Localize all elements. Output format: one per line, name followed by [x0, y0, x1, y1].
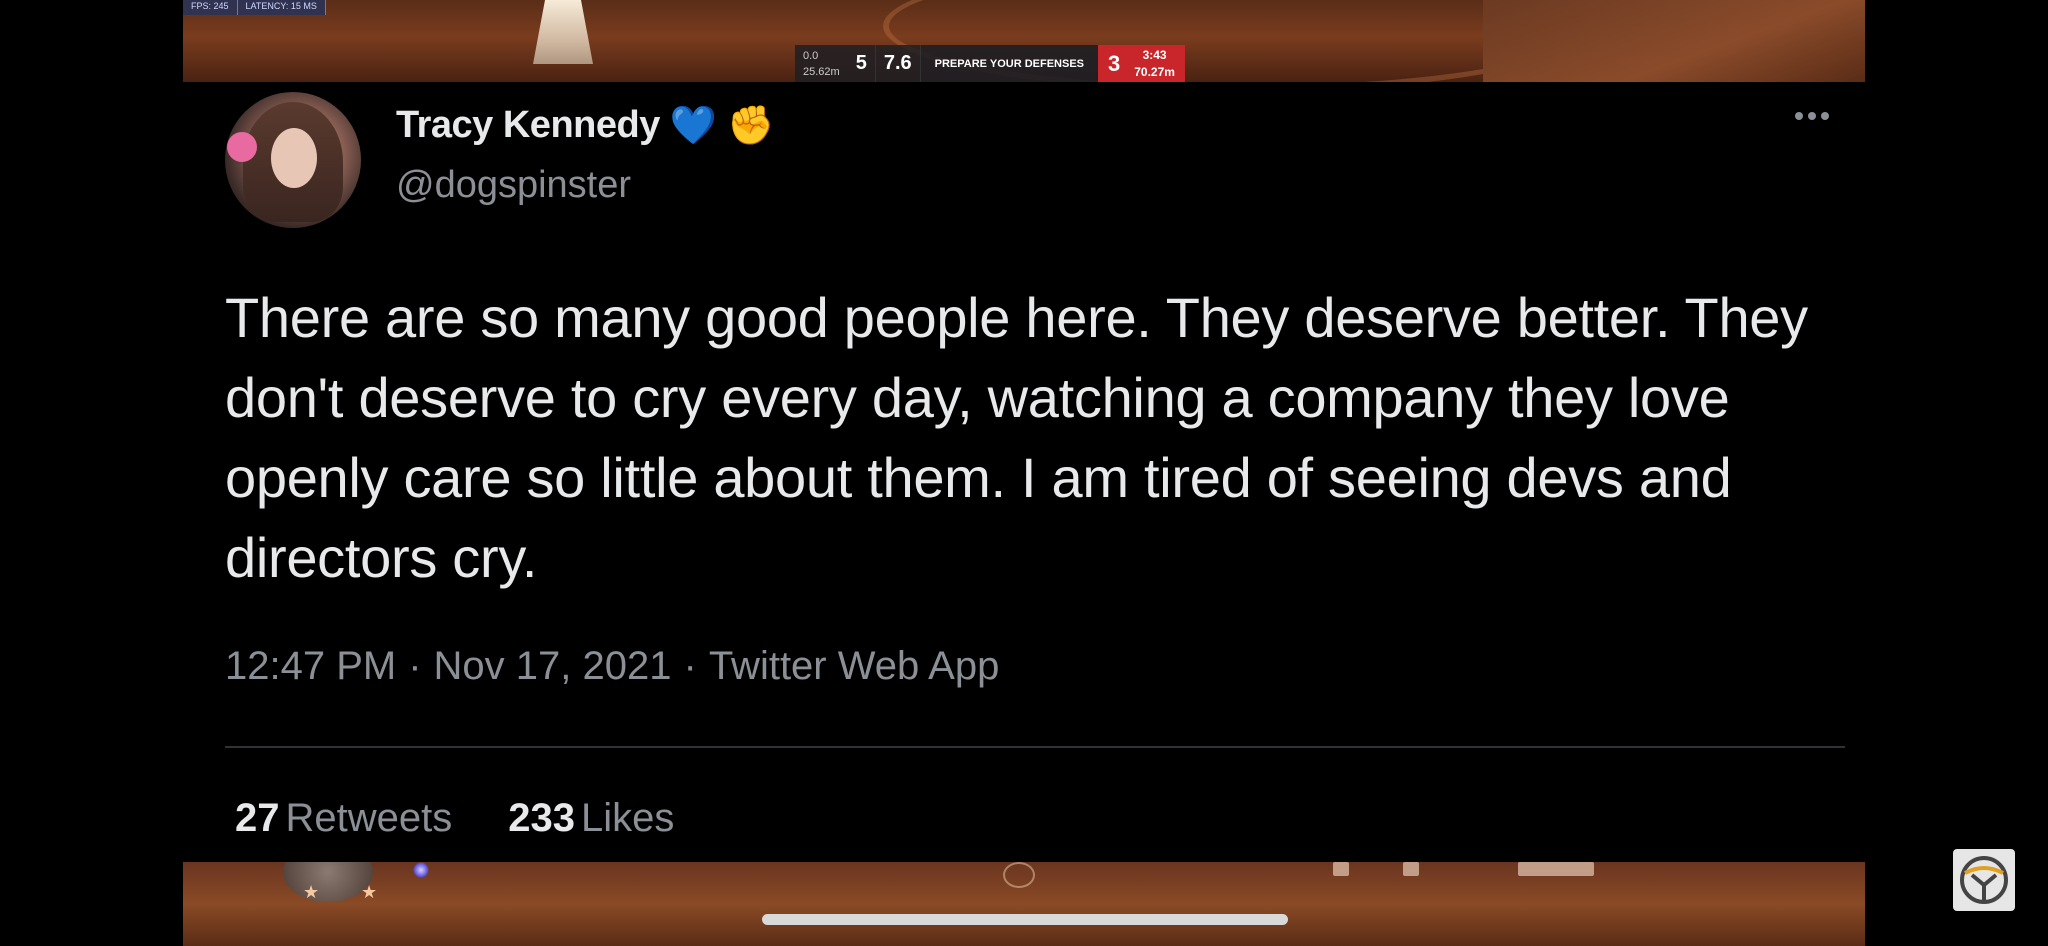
meta-separator: · [408, 644, 422, 688]
star-icon: ★ [361, 882, 378, 902]
retweets-label: Retweets [285, 796, 453, 840]
author-display-name[interactable]: Tracy Kennedy [396, 104, 660, 147]
avatar-face [271, 128, 317, 188]
retweets-link[interactable]: 27 Retweets [235, 796, 452, 841]
latency-readout: LATENCY: 15 MS [238, 0, 326, 15]
tweet-text: There are so many good people here. They… [225, 286, 1808, 589]
right-timer: 3:43 70.27m [1130, 45, 1185, 82]
keybind-hint [1403, 862, 1419, 876]
more-dot [1821, 112, 1829, 120]
left-distance-top: 0.0 [803, 49, 819, 62]
ability-glow [413, 862, 429, 878]
engagement-counts: 27 Retweets 233 Likes [235, 796, 674, 841]
rank-emblem [283, 862, 373, 902]
author-name-row: Tracy Kennedy 💙 ✊ [396, 104, 775, 147]
likes-link[interactable]: 233 Likes [508, 796, 674, 841]
left-team-value: 7.6 [875, 45, 921, 82]
retweets-count: 27 [235, 796, 280, 840]
avatar-accent [227, 132, 257, 162]
left-team-count: 5 [847, 45, 876, 82]
tweet-date[interactable]: Nov 17, 2021 [434, 644, 672, 689]
star-icon: ★ [303, 882, 320, 902]
keybind-hint [1333, 862, 1349, 876]
tweet-metadata: 12:47 PM · Nov 17, 2021 · Twitter Web Ap… [225, 644, 999, 689]
game-footage-bottom: ★ ★ [183, 862, 1865, 946]
more-dot [1808, 112, 1816, 120]
watermark-logo-svg [1960, 856, 2008, 904]
left-distance: 0.0 25.62m [795, 45, 848, 82]
timer-value: 3:43 [1142, 47, 1167, 62]
light-beam [533, 0, 593, 64]
more-options-icon[interactable] [1795, 112, 1829, 120]
raised-fist-icon: ✊ [727, 104, 775, 147]
divider [225, 746, 1845, 748]
ability-ring [1003, 862, 1035, 888]
tweet-source-app[interactable]: Twitter Web App [709, 644, 1000, 689]
tweet-time[interactable]: 12:47 PM [225, 644, 396, 689]
screen: FPS: 245 LATENCY: 15 MS 0.0 25.62m 5 7.6… [0, 0, 2048, 946]
watermark-logo-icon [1953, 849, 2015, 911]
stone-wall [1483, 0, 1865, 82]
right-distance: 70.27m [1134, 64, 1175, 79]
objective-label: PREPARE YOUR DEFENSES [920, 45, 1098, 82]
tweet-card: Tracy Kennedy 💙 ✊ @dogspinster There are… [183, 82, 1865, 862]
objective-hud: 0.0 25.62m 5 7.6 PREPARE YOUR DEFENSES 3… [795, 45, 1185, 82]
likes-label: Likes [581, 796, 675, 840]
author-handle[interactable]: @dogspinster [396, 164, 631, 207]
avatar[interactable] [225, 92, 361, 228]
performance-stats: FPS: 245 LATENCY: 15 MS [183, 0, 326, 15]
blue-heart-icon: 💙 [669, 104, 718, 147]
home-indicator[interactable] [762, 914, 1288, 925]
keybind-hint [1518, 862, 1594, 876]
fps-readout: FPS: 245 [183, 0, 238, 15]
more-dot [1795, 112, 1803, 120]
left-distance-bottom: 25.62m [803, 65, 840, 78]
right-team-count: 3 [1098, 45, 1131, 82]
likes-count: 233 [508, 796, 575, 840]
meta-separator: · [683, 644, 697, 688]
